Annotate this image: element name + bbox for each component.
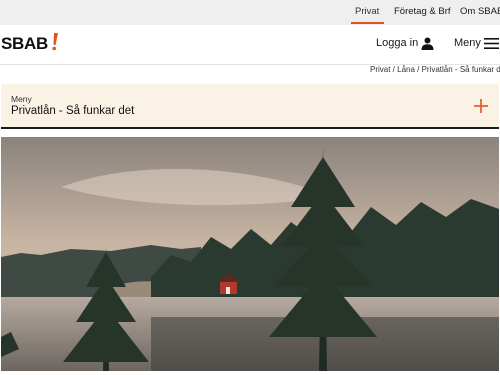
plus-icon[interactable] [474,99,488,113]
site-header: SBAB Logga in Meny [0,25,500,65]
section-menu-title: Privatlån - Så funkar det [11,105,135,117]
topbar-link-privat[interactable]: Privat [355,6,379,17]
login-button[interactable]: Logga in [376,37,418,49]
hero-image [1,137,499,371]
hamburger-icon[interactable] [484,38,499,49]
logo-exclamation-icon [52,33,58,51]
lake-landscape-image [1,137,499,371]
topbar-link-foretag[interactable]: Företag & Brf [394,6,451,17]
top-bar: Privat Företag & Brf Om SBAB [0,0,500,25]
active-tab-indicator [351,22,384,24]
breadcrumb[interactable]: Privat / Låna / Privatlån - Så funkar de… [370,65,500,74]
sbab-logo[interactable]: SBAB [1,34,48,54]
user-icon[interactable] [421,37,434,50]
menu-button[interactable]: Meny [454,37,481,49]
topbar-link-om-sbab[interactable]: Om SBAB [460,6,500,17]
section-menu-label: Meny [11,94,32,104]
section-menu-accordion[interactable]: Meny Privatlån - Så funkar det [1,84,499,129]
